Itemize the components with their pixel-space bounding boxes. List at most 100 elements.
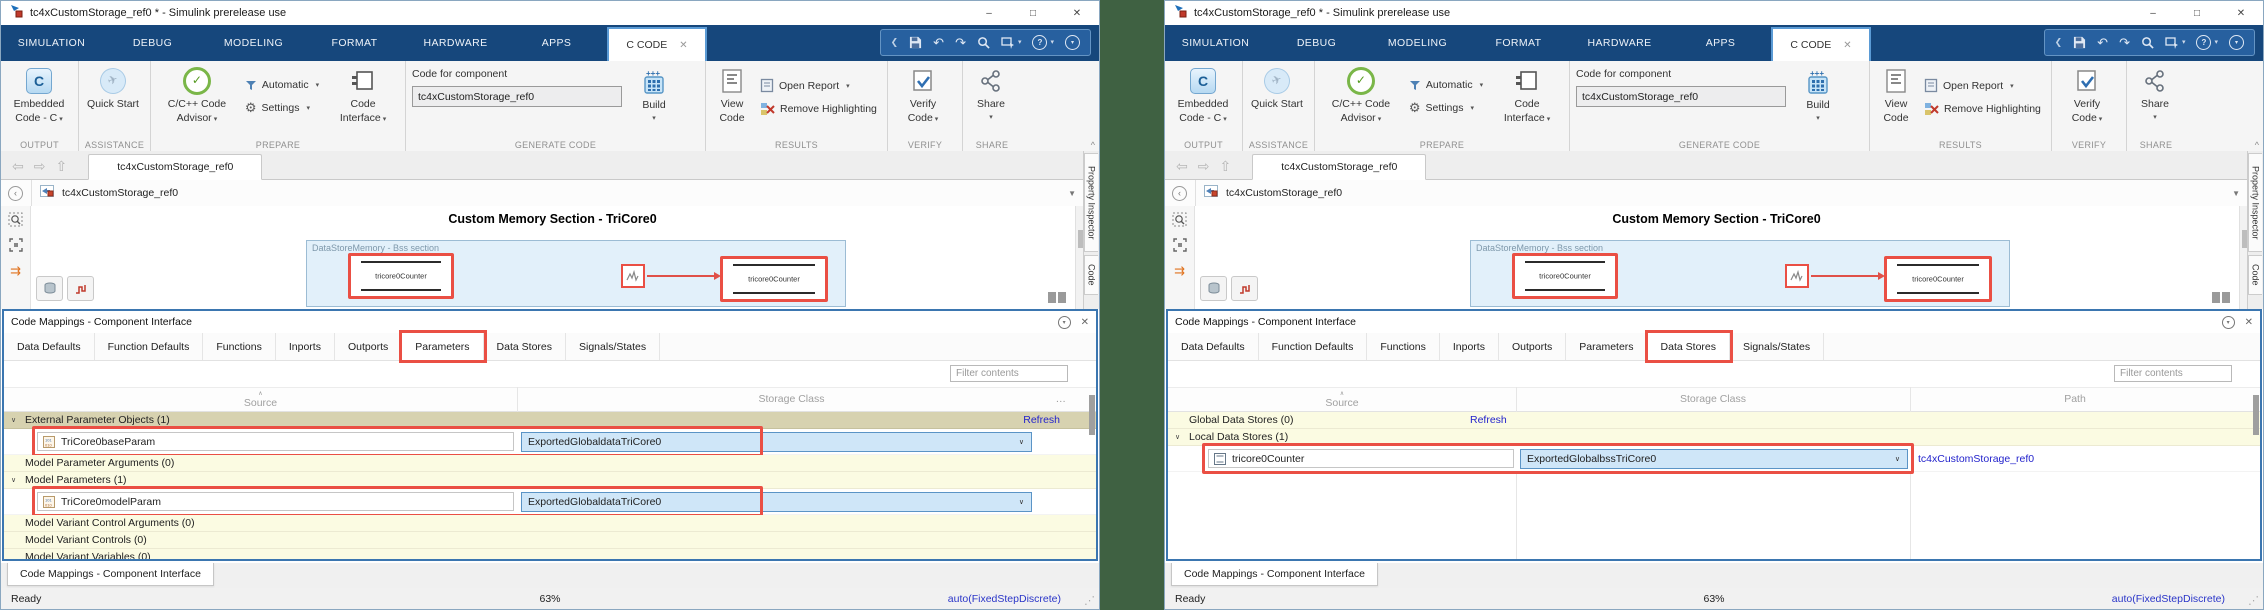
solver-link[interactable]: auto(FixedStepDiscrete) (948, 593, 1061, 605)
tab-signals-states[interactable]: Signals/States (1730, 333, 1824, 360)
code-mappings-bottom-tab[interactable]: Code Mappings - Component Interface (1171, 563, 1378, 586)
chevron-left-icon[interactable]: ❮ (891, 38, 899, 47)
tab-c-code[interactable]: C CODE ✕ (607, 27, 707, 61)
back-icon[interactable]: ⇦ (12, 158, 24, 175)
panel-scrollbar[interactable] (2253, 395, 2259, 435)
remove-highlighting-button[interactable]: Remove Highlighting (1924, 102, 2041, 116)
back-icon[interactable]: ⇦ (1176, 158, 1188, 175)
filter-input[interactable] (2114, 365, 2232, 382)
sort-icon[interactable]: ∧ (258, 391, 262, 397)
code-advisor-button[interactable]: ✓ C/C++ Code Advisor▾ (157, 66, 237, 125)
solver-link[interactable]: auto(FixedStepDiscrete) (2112, 593, 2225, 605)
collapse-toolstrip-icon[interactable]: ▾ (2229, 35, 2244, 50)
automatic-button[interactable]: Automatic▾ (1409, 79, 1483, 91)
refresh-link[interactable]: Refresh (1023, 414, 1060, 426)
code-interface-button[interactable]: Code Interface▾ (1491, 66, 1563, 125)
search-icon[interactable] (977, 36, 990, 49)
share-button[interactable]: Share ▾ (2133, 66, 2177, 122)
tab-debug[interactable]: DEBUG (102, 25, 203, 61)
tab-apps[interactable]: APPS (1670, 25, 1771, 61)
signal-logging-button[interactable] (1231, 276, 1258, 301)
build-button[interactable]: +++ Build ▾ (628, 67, 680, 123)
source-cell[interactable]: tricore0Counter (1208, 449, 1514, 468)
storage-class-dropdown[interactable]: ExportedGlobaldataTriCore0 ∨ (521, 492, 1032, 512)
tab-hardware[interactable]: HARDWARE (1569, 25, 1670, 61)
table-row-group[interactable]: Model Parameter Arguments (0) (4, 455, 1096, 472)
expander-icon[interactable]: ∨ (11, 416, 16, 424)
table-row-group[interactable]: ∨ Local Data Stores (1) (1168, 429, 2260, 446)
minimize-ribbon-icon[interactable]: ^ (2255, 140, 2259, 150)
data-store-read-block[interactable]: tricore0Counter (720, 256, 828, 302)
chevron-left-icon[interactable]: ❮ (2055, 38, 2063, 47)
forward-icon[interactable]: ⇨ (1198, 158, 1210, 175)
settings-button[interactable]: ⚙ Settings▾ (245, 100, 319, 116)
verify-code-button[interactable]: Verify Code▾ (894, 66, 952, 125)
data-store-button[interactable] (1200, 276, 1227, 301)
update-diagram-icon[interactable]: ⇉ (10, 263, 21, 279)
chevron-down-icon[interactable]: ▼ (1068, 189, 1076, 198)
storage-class-dropdown[interactable]: ExportedGlobalbssTriCore0 ∨ (1520, 449, 1908, 469)
tab-outports[interactable]: Outports (1499, 333, 1566, 360)
tab-modeling[interactable]: MODELING (1367, 25, 1468, 61)
code-tab[interactable]: Code (1084, 255, 1098, 295)
component-name-input[interactable] (1576, 86, 1786, 107)
embedded-code-button[interactable]: C Embedded Code - C▾ (1171, 66, 1235, 125)
tab-signals-states[interactable]: Signals/States (566, 333, 660, 360)
save-icon[interactable] (909, 36, 922, 49)
forward-icon[interactable]: ⇨ (34, 158, 46, 175)
collapse-toolstrip-icon[interactable]: ▾ (1065, 35, 1080, 50)
tab-debug[interactable]: DEBUG (1266, 25, 1367, 61)
property-inspector-tab[interactable]: Property Inspector (2248, 153, 2262, 252)
column-storage-class[interactable]: Storage Class (1680, 394, 1746, 405)
more-icon[interactable]: … (1056, 393, 1067, 405)
data-store-read-block[interactable]: tricore0Counter (1884, 256, 1992, 302)
breadcrumb[interactable]: tc4xCustomStorage_ref0 (62, 187, 178, 199)
open-report-button[interactable]: Open Report▾ (1924, 78, 2041, 93)
table-row[interactable]: 101010 TriCore0modelParam ExportedGlobal… (4, 489, 1096, 515)
close-button[interactable]: ✕ (2219, 1, 2263, 25)
column-path[interactable]: Path (2064, 394, 2086, 405)
tab-simulation[interactable]: SIMULATION (1, 25, 102, 61)
data-store-write-block[interactable]: tricore0Counter (1512, 253, 1618, 299)
maximize-button[interactable]: □ (1011, 1, 1055, 25)
data-store-button[interactable] (36, 276, 63, 301)
resize-grip[interactable] (2212, 292, 2230, 303)
tab-outports[interactable]: Outports (335, 333, 402, 360)
scrollbar-thumb[interactable] (1078, 230, 1083, 248)
code-mappings-bottom-tab[interactable]: Code Mappings - Component Interface (7, 563, 214, 586)
up-icon[interactable]: ⇧ (1219, 158, 1231, 175)
minimize-button[interactable]: – (2131, 1, 2175, 25)
refresh-link[interactable]: Refresh (1470, 414, 1507, 426)
tab-inports[interactable]: Inports (276, 333, 335, 360)
tab-close-icon[interactable]: ✕ (1843, 40, 1851, 51)
share-button[interactable]: Share ▾ (969, 66, 1013, 122)
model-document-tab[interactable]: tc4xCustomStorage_ref0 (1252, 154, 1426, 180)
resize-grip[interactable] (1048, 292, 1066, 303)
scrollbar-thumb[interactable] (2242, 230, 2247, 248)
help-icon[interactable]: ?▾ (2196, 35, 2218, 50)
code-tab[interactable]: Code (2248, 255, 2262, 295)
signal-source-block[interactable] (621, 264, 645, 288)
tab-parameters[interactable]: Parameters (1566, 333, 1647, 360)
build-button[interactable]: +++ Build ▾ (1792, 67, 1844, 123)
minimize-ribbon-icon[interactable]: ^ (1091, 140, 1095, 150)
redo-icon[interactable]: ↷ (2119, 36, 2130, 49)
window-resize-grip[interactable]: ⋰ (1084, 594, 1095, 607)
minimize-button[interactable]: – (967, 1, 1011, 25)
view-code-button[interactable]: View Code (712, 66, 752, 125)
table-row-group[interactable]: Model Variant Control Arguments (0) (4, 515, 1096, 532)
panel-close-icon[interactable]: ✕ (1081, 317, 1089, 328)
update-diagram-icon[interactable]: ⇉ (1174, 263, 1185, 279)
tab-data-defaults[interactable]: Data Defaults (4, 333, 95, 360)
tab-functions[interactable]: Functions (1367, 333, 1440, 360)
tab-data-defaults[interactable]: Data Defaults (1168, 333, 1259, 360)
table-row-group[interactable]: Model Variant Variables (0) (4, 549, 1096, 559)
tab-data-stores[interactable]: Data Stores (484, 333, 566, 360)
signal-logging-button[interactable] (67, 276, 94, 301)
close-button[interactable]: ✕ (1055, 1, 1099, 25)
chevron-down-icon[interactable]: ∨ (1019, 438, 1024, 446)
tab-inports[interactable]: Inports (1440, 333, 1499, 360)
code-advisor-button[interactable]: ✓ C/C++ Code Advisor▾ (1321, 66, 1401, 125)
panel-close-icon[interactable]: ✕ (2245, 317, 2253, 328)
data-store-write-block[interactable]: tricore0Counter (348, 253, 454, 299)
